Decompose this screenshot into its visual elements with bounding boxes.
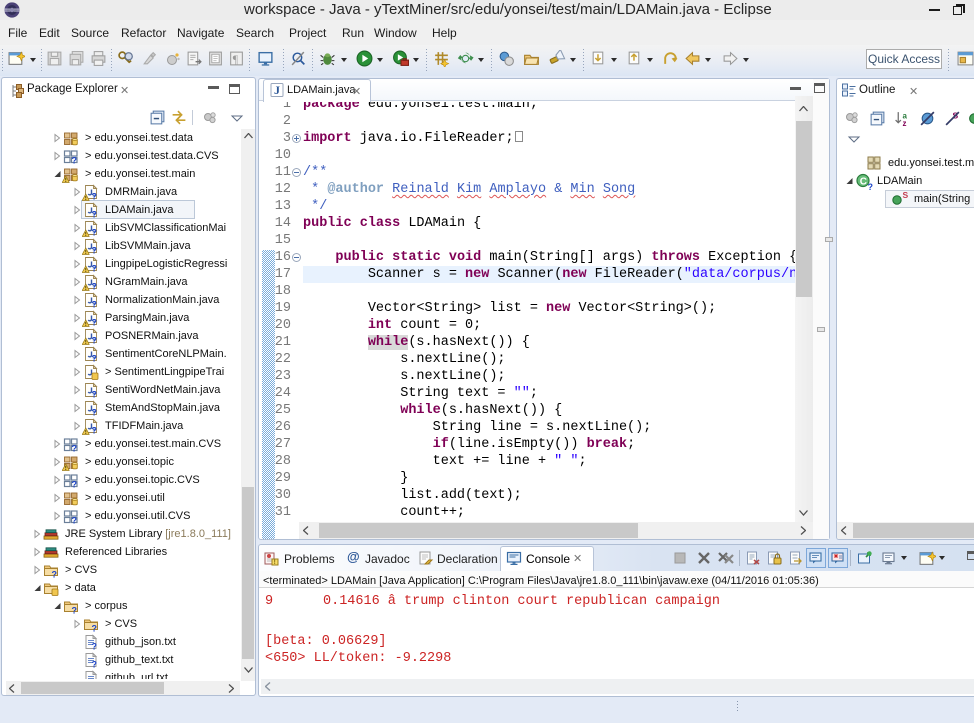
svg-text:?: ? (868, 182, 874, 192)
svg-text:¶: ¶ (233, 53, 239, 66)
svg-text:C: C (860, 176, 867, 187)
svg-text:J: J (274, 83, 280, 97)
svg-text:!: ! (274, 560, 276, 566)
svg-text:z: z (903, 119, 907, 127)
svg-text:S: S (903, 190, 909, 200)
